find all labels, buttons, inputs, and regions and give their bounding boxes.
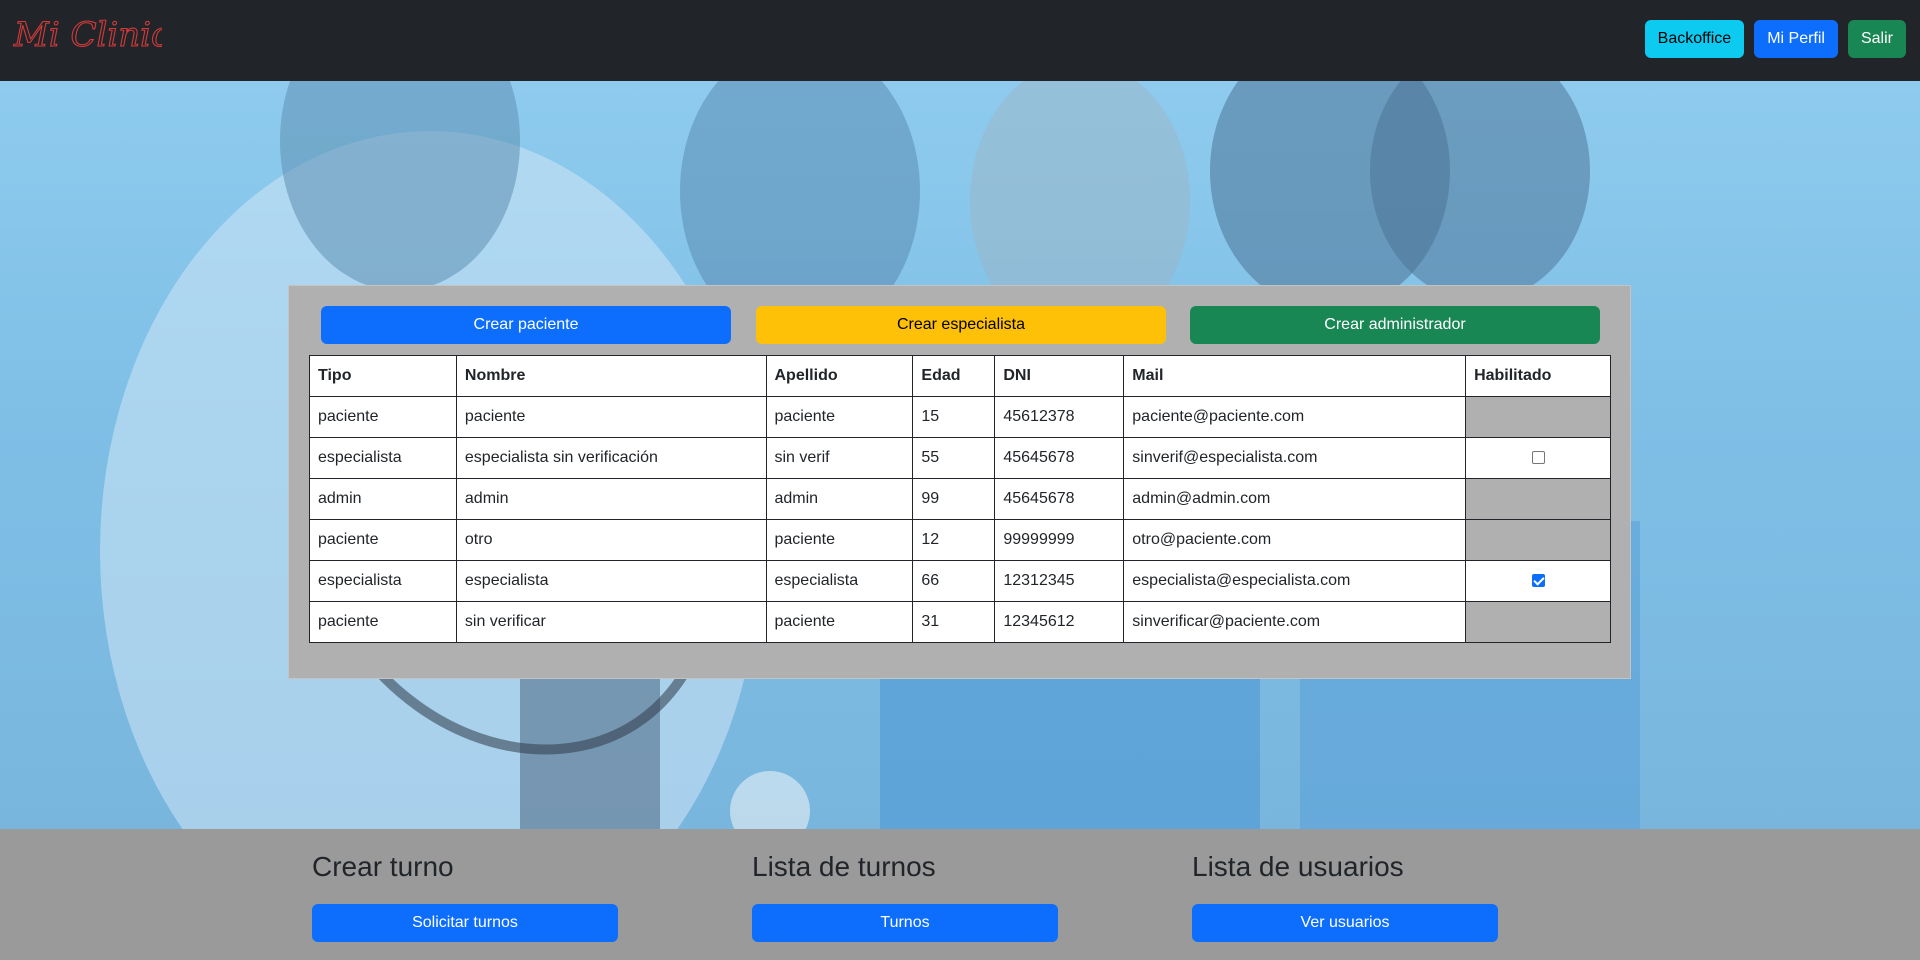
lista-usuarios-title: Lista de usuarios [1192,851,1404,882]
habilitado-checkbox[interactable] [1531,451,1545,465]
cell-dni: 45645678 [994,437,1125,479]
cell-mail: admin@admin.com [1123,478,1467,520]
cell-mail: especialista@especialista.com [1123,560,1467,602]
cell-tipo: paciente [309,601,457,643]
cell-dni: 45645678 [994,478,1125,520]
cell-edad: 15 [912,396,996,438]
cell-tipo: especialista [309,437,457,479]
footer: Crear turno Solicitar turnos Lista de tu… [0,829,1920,960]
crear-turno-section: Crear turno Solicitar turnos [312,850,618,942]
cell-mail: otro@paciente.com [1123,519,1467,561]
cell-nombre: sin verificar [455,601,767,643]
header-tipo: Tipo [309,355,457,397]
lista-turnos-title: Lista de turnos [752,851,936,882]
solicitar-turnos-button[interactable]: Solicitar turnos [312,904,618,942]
cell-nombre: especialista [455,560,767,602]
cell-tipo: paciente [309,519,457,561]
crear-especialista-button[interactable]: Crear especialista [756,306,1166,344]
crear-turno-title: Crear turno [312,851,454,882]
header-dni: DNI [994,355,1125,397]
cell-habilitado [1465,519,1611,561]
cell-habilitado [1465,437,1611,479]
cell-apellido: paciente [765,601,914,643]
cell-mail: sinverif@especialista.com [1123,437,1467,479]
cell-habilitado [1465,560,1611,602]
cell-apellido: paciente [765,396,914,438]
table-row[interactable]: especialista especialista sin verificaci… [309,437,1611,479]
table-row[interactable]: paciente sin verificar paciente 31 12345… [309,601,1611,643]
cell-edad: 31 [912,601,996,643]
cell-habilitado [1465,601,1611,643]
cell-tipo: paciente [309,396,457,438]
cell-dni: 45612378 [994,396,1125,438]
habilitado-checkbox[interactable] [1531,574,1545,588]
mi-perfil-button[interactable]: Mi Perfil [1754,20,1838,58]
cell-dni: 12345612 [994,601,1125,643]
cell-tipo: admin [309,478,457,520]
svg-text:Mi Clinica: Mi Clinica [13,15,162,55]
cell-tipo: especialista [309,560,457,602]
cell-dni: 99999999 [994,519,1125,561]
cell-edad: 55 [912,437,996,479]
cell-habilitado [1465,478,1611,520]
cell-apellido: admin [765,478,914,520]
table-row[interactable]: admin admin admin 99 45645678 admin@admi… [309,478,1611,520]
users-panel: Crear paciente Crear especialista Crear … [288,285,1631,679]
lista-usuarios-section: Lista de usuarios Ver usuarios [1192,850,1498,942]
header-edad: Edad [912,355,996,397]
cell-mail: paciente@paciente.com [1123,396,1467,438]
lista-turnos-section: Lista de turnos Turnos [752,850,1058,942]
backoffice-button[interactable]: Backoffice [1644,20,1745,58]
cell-nombre: admin [455,478,767,520]
table-header-row: Tipo Nombre Apellido Edad DNI Mail Habil… [309,355,1611,397]
table-row[interactable]: paciente paciente paciente 15 45612378 p… [309,396,1611,438]
users-table: Tipo Nombre Apellido Edad DNI Mail Habil… [309,355,1611,643]
cell-edad: 99 [912,478,996,520]
cell-dni: 12312345 [994,560,1125,602]
cell-apellido: paciente [765,519,914,561]
table-row[interactable]: paciente otro paciente 12 99999999 otro@… [309,519,1611,561]
salir-button[interactable]: Salir [1847,20,1906,58]
navbar: Mi Clinica Backoffice Mi Perfil Salir [0,0,1920,81]
header-apellido: Apellido [765,355,914,397]
header-nombre: Nombre [455,355,767,397]
turnos-button[interactable]: Turnos [752,904,1058,942]
cell-habilitado [1465,396,1611,438]
nav-actions: Backoffice Mi Perfil Salir [1644,20,1906,58]
crear-administrador-button[interactable]: Crear administrador [1190,306,1600,344]
header-mail: Mail [1123,355,1467,397]
ver-usuarios-button[interactable]: Ver usuarios [1192,904,1498,942]
cell-nombre: paciente [455,396,767,438]
header-habilitado: Habilitado [1465,355,1611,397]
table-row[interactable]: especialista especialista especialista 6… [309,560,1611,602]
crear-paciente-button[interactable]: Crear paciente [321,306,731,344]
cell-apellido: especialista [765,560,914,602]
brand-logo[interactable]: Mi Clinica [12,10,162,66]
cell-nombre: especialista sin verificación [455,437,767,479]
cell-apellido: sin verif [765,437,914,479]
hero-background: Crear paciente Crear especialista Crear … [0,81,1920,829]
cell-edad: 12 [912,519,996,561]
cell-edad: 66 [912,560,996,602]
cell-nombre: otro [455,519,767,561]
cell-mail: sinverificar@paciente.com [1123,601,1467,643]
